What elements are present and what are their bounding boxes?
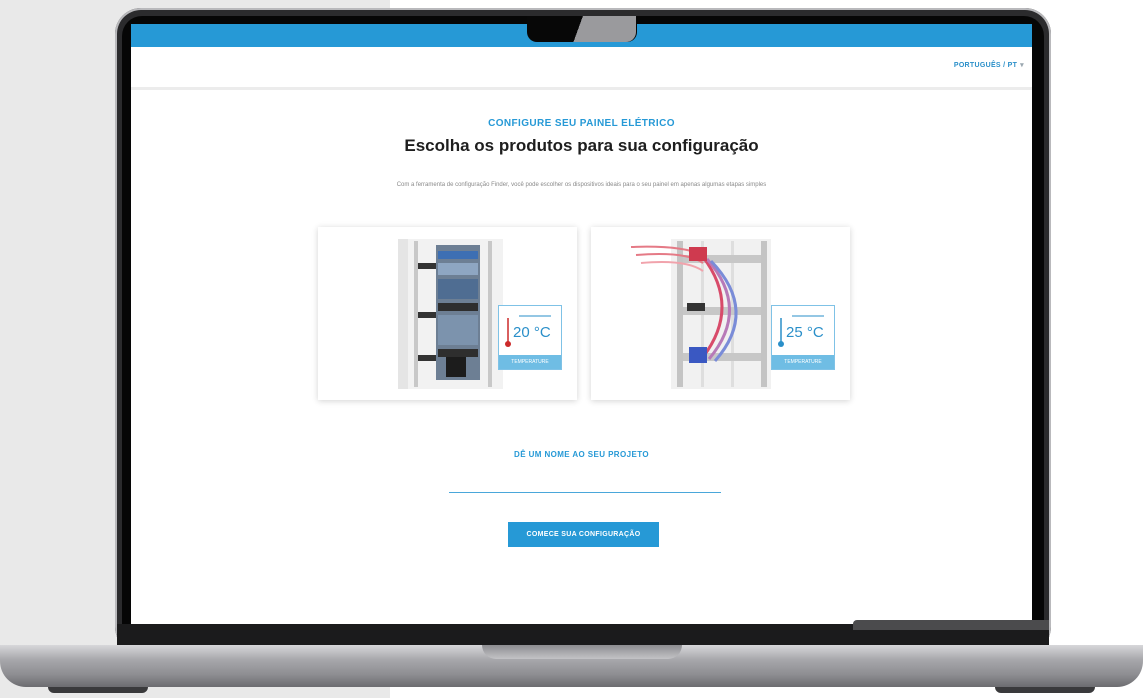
project-name-label: DÊ UM NOME AO SEU PROJETO: [514, 450, 649, 459]
laptop-screen: PORTUGUÊS / PT ▾ CONFIGURE SEU PAINEL ELÉ…: [131, 24, 1032, 624]
laptop-opening-notch: [482, 645, 682, 659]
language-selector[interactable]: PORTUGUÊS / PT ▾: [954, 61, 1024, 69]
product-card-2[interactable]: 25 °C TEMPERATURE: [591, 227, 850, 400]
temperature-value: 20 °C: [513, 324, 551, 341]
laptop-foot-right: [995, 687, 1095, 693]
start-configuration-button[interactable]: COMECE SUA CONFIGURAÇÃO: [508, 522, 659, 547]
temperature-badge: 20 °C TEMPERATURE: [498, 305, 562, 370]
section-eyebrow: CONFIGURE SEU PAINEL ELÉTRICO: [488, 118, 675, 129]
temperature-label: TEMPERATURE: [772, 355, 834, 369]
site-header: PORTUGUÊS / PT ▾: [131, 47, 1032, 90]
chevron-down-icon: ▾: [1020, 62, 1024, 69]
project-name-input[interactable]: [449, 472, 721, 493]
laptop-chin-highlight: [853, 620, 1049, 630]
temperature-label: TEMPERATURE: [499, 355, 561, 369]
page-title: Escolha os produtos para sua configuraçã…: [404, 136, 759, 155]
temperature-value: 25 °C: [786, 324, 824, 341]
laptop-foot-left: [48, 687, 148, 693]
page-description: Com a ferramenta de configuração Finder,…: [396, 182, 767, 188]
language-label: PORTUGUÊS / PT: [953, 62, 1018, 69]
temperature-badge: 25 °C TEMPERATURE: [771, 305, 835, 370]
camera-notch-reflection: [568, 16, 636, 42]
product-card-1[interactable]: 20 °C TEMPERATURE: [318, 227, 577, 400]
